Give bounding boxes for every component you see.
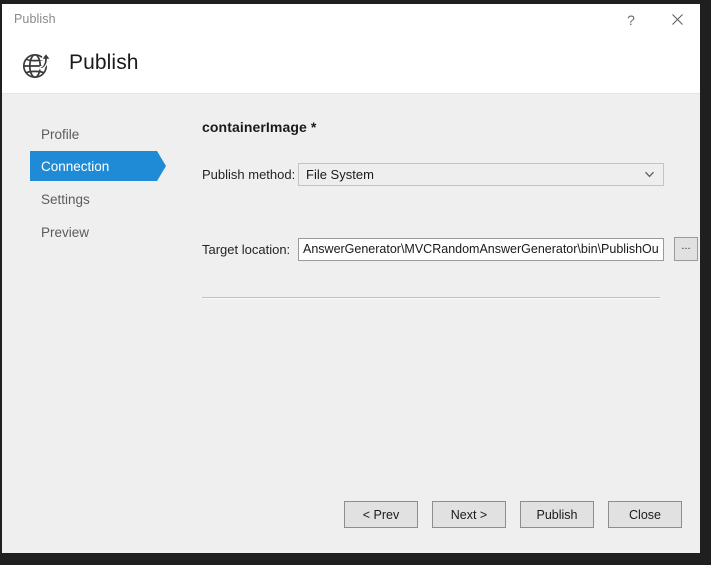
publish-method-select[interactable]: File System <box>298 163 664 186</box>
sidebar-item-profile[interactable]: Profile <box>30 119 157 149</box>
sidebar-item-preview[interactable]: Preview <box>30 217 157 247</box>
main-panel: containerImage * Publish method: File Sy… <box>182 94 700 553</box>
browse-button[interactable]: ... <box>674 237 698 261</box>
titlebar-title: Publish <box>14 12 56 26</box>
sidebar-item-connection[interactable]: Connection <box>30 151 157 181</box>
page-title: Publish <box>69 51 139 75</box>
target-location-label: Target location: <box>202 242 290 257</box>
close-button[interactable]: Close <box>608 501 682 528</box>
publish-method-row: Publish method: File System <box>202 163 664 186</box>
close-x-icon <box>672 14 683 25</box>
ellipsis-icon: ... <box>681 240 690 252</box>
publish-method-value: File System <box>306 167 374 182</box>
sidebar-item-settings[interactable]: Settings <box>30 184 157 214</box>
globe-publish-icon <box>18 45 56 83</box>
chevron-down-icon <box>645 170 654 179</box>
prev-button-label: < Prev <box>363 508 399 522</box>
footer-button-row: < Prev Next > Publish Close <box>344 501 682 528</box>
close-button-titlebar[interactable] <box>654 4 700 35</box>
dialog-footer: < Prev Next > Publish Close <box>2 493 700 553</box>
next-button[interactable]: Next > <box>432 501 506 528</box>
publish-button-label: Publish <box>537 508 578 522</box>
titlebar: Publish ? <box>2 4 700 36</box>
dialog-header: Publish <box>2 35 700 94</box>
sidebar-item-label: Profile <box>41 127 79 142</box>
publish-button[interactable]: Publish <box>520 501 594 528</box>
target-location-input[interactable] <box>298 238 664 261</box>
section-title: containerImage * <box>202 119 316 135</box>
next-button-label: Next > <box>451 508 487 522</box>
close-button-label: Close <box>629 508 661 522</box>
publish-method-label: Publish method: <box>202 167 290 182</box>
sidebar-item-label: Connection <box>41 159 109 174</box>
sidebar-nav: Profile Connection Settings Preview <box>2 94 182 553</box>
publish-dialog-window: Publish ? <box>0 0 711 565</box>
prev-button[interactable]: < Prev <box>344 501 418 528</box>
question-mark-icon: ? <box>627 12 635 28</box>
sidebar-item-label: Settings <box>41 192 90 207</box>
dialog-body: Profile Connection Settings Preview cont… <box>2 94 700 553</box>
help-button[interactable]: ? <box>608 4 654 35</box>
target-location-row: Target location: ... <box>202 237 698 261</box>
window-inner: Publish ? <box>2 4 700 553</box>
sidebar-item-label: Preview <box>41 225 89 240</box>
titlebar-controls: ? <box>608 4 700 35</box>
section-divider <box>202 297 660 299</box>
